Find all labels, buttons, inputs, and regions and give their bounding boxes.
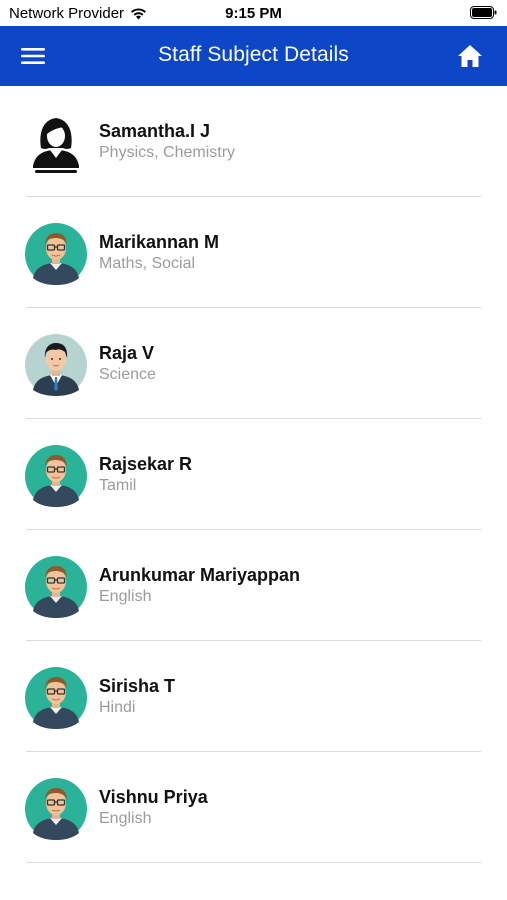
male-avatar-icon — [25, 223, 87, 285]
home-icon — [458, 45, 482, 67]
staff-subjects: Hindi — [99, 699, 136, 716]
male-avatar-icon — [25, 667, 87, 729]
male-avatar-icon — [25, 445, 87, 507]
app-bar: Staff Subject Details — [0, 26, 507, 86]
staff-row-raja[interactable]: Raja V Science — [0, 308, 507, 419]
staff-name: Sirisha T — [99, 676, 176, 696]
staff-row-vishnu[interactable]: Vishnu Priya English — [0, 752, 507, 863]
male-avatar-icon — [25, 556, 87, 618]
staff-subjects: Science — [99, 366, 156, 383]
male-suit-avatar-icon — [25, 334, 87, 396]
staff-name: Arunkumar Mariyappan — [99, 565, 301, 585]
staff-row-samantha[interactable]: Samantha.I J Physics, Chemistry — [0, 86, 507, 197]
staff-name: Rajsekar R — [99, 454, 193, 474]
staff-subjects: Maths, Social — [99, 255, 196, 272]
staff-row-sirisha[interactable]: Sirisha T Hindi — [0, 641, 507, 752]
staff-row-marikannan[interactable]: Marikannan M Maths, Social — [0, 197, 507, 308]
staff-name: Samantha.I J — [99, 121, 211, 141]
staff-row-rajsekar[interactable]: Rajsekar R Tamil — [0, 419, 507, 530]
staff-name: Raja V — [99, 343, 155, 363]
female-avatar-icon — [25, 112, 87, 174]
status-time: 9:15 PM — [225, 5, 282, 22]
staff-name: Marikannan M — [99, 232, 220, 252]
staff-subjects: Physics, Chemistry — [99, 144, 236, 161]
staff-row-arunkumar[interactable]: Arunkumar Mariyappan English — [0, 530, 507, 641]
battery-icon — [470, 6, 497, 23]
home-button[interactable] — [457, 43, 483, 69]
male-avatar-icon — [25, 778, 87, 840]
staff-subjects: English — [99, 588, 152, 605]
status-bar: Network Provider 9:15 PM — [0, 0, 507, 26]
staff-subjects: English — [99, 810, 152, 827]
staff-name: Vishnu Priya — [99, 787, 208, 807]
page-title: Staff Subject Details — [158, 43, 349, 66]
staff-list: Samantha.I J Physics, Chemistry Marikann… — [0, 86, 507, 863]
divider — [26, 862, 481, 863]
staff-subjects: Tamil — [99, 477, 137, 494]
